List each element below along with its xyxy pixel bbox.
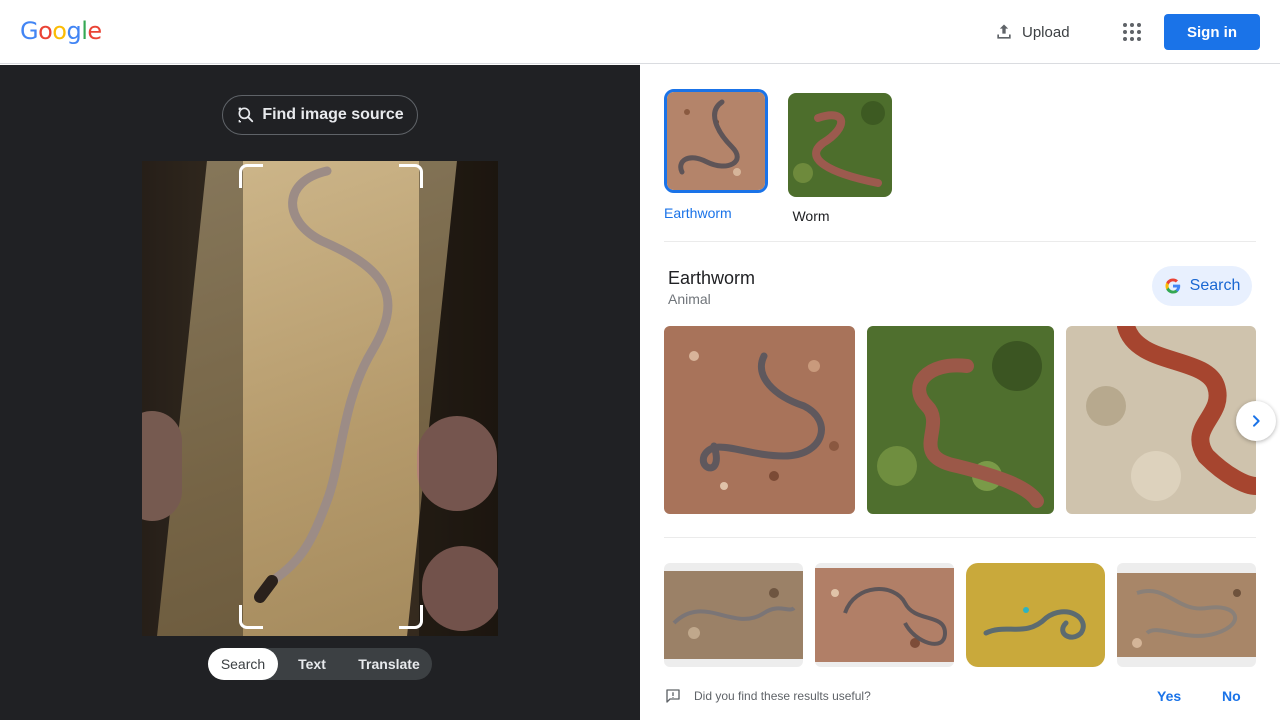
upload-button[interactable]: Upload <box>988 16 1076 48</box>
entity-title: Earthworm <box>668 268 756 288</box>
feedback-no-button[interactable]: No <box>1222 688 1241 704</box>
chip-earthworm-label: Earthworm <box>664 205 732 221</box>
result-image-7[interactable] <box>1117 563 1256 667</box>
logo-letter: g <box>66 17 82 45</box>
header: Google Upload Sign in <box>0 0 1280 64</box>
lens-search-icon <box>238 107 254 123</box>
divider <box>664 537 1256 538</box>
find-image-source-button[interactable]: Find image source <box>222 95 418 135</box>
tab-translate[interactable]: Translate <box>346 648 432 680</box>
feedback-question: Did you find these results useful? <box>694 689 871 703</box>
logo-letter: G <box>20 17 39 45</box>
chip-worm-thumbnail <box>788 93 892 197</box>
logo-letter: o <box>38 17 53 45</box>
logo-letter: e <box>87 17 102 45</box>
chip-earthworm[interactable]: Earthworm <box>664 89 768 221</box>
query-image-panel: Find image source Search Text Translate <box>0 65 640 720</box>
entity-subtitle: Animal <box>668 291 711 307</box>
find-image-source-label: Find image source <box>262 106 404 123</box>
logo-letter: o <box>52 17 67 45</box>
mode-tabs: Search Text Translate <box>208 648 432 680</box>
tab-text[interactable]: Text <box>278 648 346 680</box>
crop-handle-bottom-left[interactable] <box>239 605 263 629</box>
entity-search-label: Search <box>1189 277 1241 294</box>
crop-handle-top-left[interactable] <box>239 164 263 188</box>
query-image[interactable] <box>142 161 498 636</box>
google-logo[interactable]: Google <box>20 17 102 45</box>
feedback-icon <box>666 689 680 703</box>
apps-grid-icon[interactable] <box>1116 16 1148 48</box>
result-image-4[interactable] <box>664 563 803 667</box>
chevron-right-icon <box>1253 415 1260 427</box>
result-image-6[interactable] <box>966 563 1105 667</box>
results-panel: Earthworm Worm Earthworm Animal Search D… <box>640 65 1280 720</box>
chip-earthworm-thumbnail <box>664 89 768 193</box>
tab-search[interactable]: Search <box>208 648 278 680</box>
feedback-yes-button[interactable]: Yes <box>1157 688 1181 704</box>
divider <box>664 241 1256 242</box>
chip-worm[interactable]: Worm <box>788 93 892 224</box>
carousel-next-button[interactable] <box>1236 401 1276 441</box>
result-image-3[interactable] <box>1066 326 1256 514</box>
crop-handle-top-right[interactable] <box>399 164 423 188</box>
result-image-2[interactable] <box>867 326 1054 514</box>
google-g-icon <box>1165 278 1180 294</box>
upload-label: Upload <box>1022 23 1070 41</box>
upload-icon <box>997 24 1011 39</box>
result-image-5[interactable] <box>815 563 954 667</box>
entity-search-button[interactable]: Search <box>1152 266 1252 306</box>
sign-in-button[interactable]: Sign in <box>1164 14 1260 50</box>
chip-worm-label: Worm <box>792 208 830 224</box>
result-image-1[interactable] <box>664 326 855 514</box>
crop-handle-bottom-right[interactable] <box>399 605 423 629</box>
